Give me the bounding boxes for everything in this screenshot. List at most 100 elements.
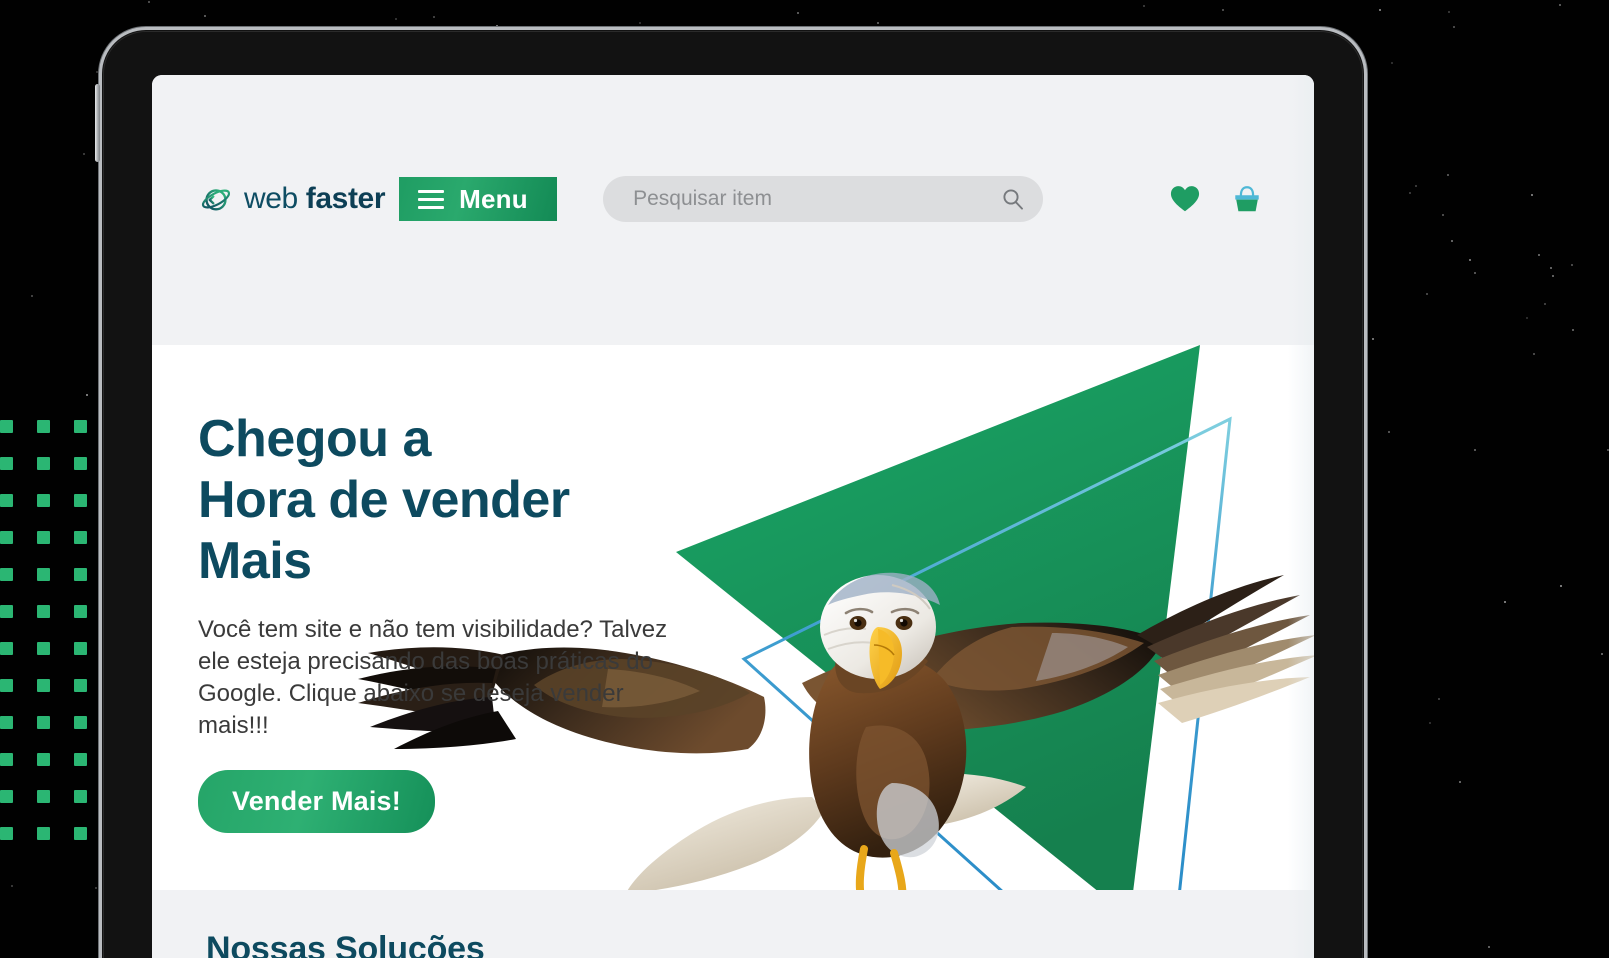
decorative-dot [0,531,13,544]
decorative-dot [37,642,50,655]
decorative-dot [74,827,87,840]
decorative-dot [0,827,13,840]
background-speck [1372,338,1375,341]
background-speck [86,393,89,396]
background-speck [1387,431,1390,434]
device-side-button[interactable] [95,84,100,162]
background-speck [1551,274,1554,277]
background-speck [95,70,98,73]
background-speck [1504,601,1507,603]
background-speck [1600,653,1603,656]
hero-title-line-2: Mais [198,532,312,590]
background-speck [1544,302,1547,305]
blue-triangle-outline-shape [741,416,1232,937]
background-speck [1447,173,1450,176]
decorative-dot [74,679,87,692]
background-speck [204,14,207,17]
decorative-dot [37,457,50,470]
decorative-dot [0,679,13,692]
decorative-dot [0,753,13,766]
decorative-dot [74,716,87,729]
hero-title-line-0: Chegou a [198,410,431,468]
heart-icon[interactable] [1170,184,1200,214]
hamburger-icon [418,189,445,209]
background-speck [1525,316,1528,319]
decorative-dot [74,568,87,581]
background-speck [1571,328,1574,331]
background-speck [1429,722,1432,725]
background-speck [1448,11,1451,14]
solutions-section: Nossas Soluções [152,890,1314,958]
solutions-title: Nossas Soluções [206,930,485,958]
background-speck [147,1,150,3]
background-speck [31,294,33,297]
decorative-dot [37,679,50,692]
hero-paragraph: Você tem site e não tem visibilidade? Ta… [198,616,668,739]
decorative-dot [74,753,87,766]
background-speck [638,22,641,24]
hero-title: Chegou a Hora de vender Mais [198,409,718,592]
background-speck [95,886,98,889]
decorative-dot [0,494,13,507]
background-speck [1222,9,1224,11]
decorative-dot [0,642,13,655]
hero-copy: Chegou a Hora de vender Mais Você tem site… [198,409,718,833]
menu-button[interactable]: Menu [399,177,558,221]
background-speck [1414,185,1417,187]
site-header: web faster Menu [152,75,1314,345]
background-speck [1533,353,1536,356]
background-speck [1473,449,1476,452]
background-speck [1469,259,1471,262]
header-bar: web faster Menu [152,163,1314,235]
background-speck [1473,271,1476,274]
decorative-dot-grid [0,420,100,840]
decorative-dot [37,753,50,766]
background-speck [796,11,799,14]
decorative-dot [37,827,50,840]
planet-arrow-logo-icon [201,189,231,211]
decorative-dot [0,790,13,803]
brand-logo[interactable]: web faster [198,181,385,217]
decorative-dot [74,642,87,655]
decorative-dot [0,568,13,581]
background-speck [1441,214,1444,217]
decorative-dot [37,494,50,507]
background-speck [1571,263,1574,266]
brand-name-bold: faster [305,182,386,215]
hero-section: Chegou a Hora de vender Mais Você tem site… [152,345,1314,937]
background-speck [1558,4,1561,7]
background-speck [1549,266,1552,269]
background-speck [1450,240,1453,243]
decorative-dot [37,605,50,618]
decorative-dot [74,420,87,433]
search-input[interactable] [603,176,1044,222]
decorative-dot [37,716,50,729]
screenshot-stage: web faster Menu Pesquisar item Chegou a … [0,0,1609,958]
background-speck [1391,61,1393,64]
decorative-dot [74,605,87,618]
vender-mais-cta-button[interactable]: Vender Mais! [198,770,435,833]
decorative-dot [37,790,50,803]
shopping-basket-icon[interactable] [1232,184,1262,214]
background-speck [1408,191,1411,194]
decorative-dot [37,568,50,581]
background-speck [1458,780,1461,783]
search-box[interactable] [603,176,1044,222]
decorative-dot [0,605,13,618]
background-speck [433,16,436,19]
background-speck [395,18,398,21]
decorative-dot [0,420,13,433]
background-speck [1453,26,1456,29]
background-speck [876,21,879,24]
hero-title-line-1: Hora de vender [198,471,570,529]
brand-name: web faster [244,182,385,216]
background-speck [1530,194,1533,197]
background-speck [1559,585,1562,588]
header-actions [1170,184,1262,214]
brand-name-light: web [244,182,298,215]
decorative-dot [0,716,13,729]
background-speck [1142,4,1145,7]
decorative-dot [74,531,87,544]
background-speck [495,24,498,27]
background-speck [11,885,13,888]
